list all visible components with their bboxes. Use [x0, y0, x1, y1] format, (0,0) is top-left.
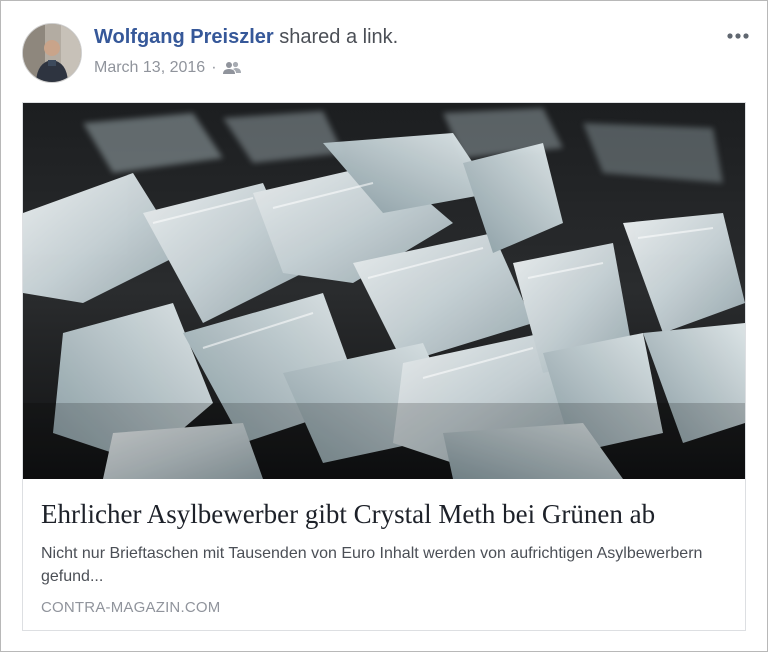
link-description: Nicht nur Brieftaschen mit Tausenden von… — [41, 545, 703, 585]
link-preview-image[interactable] — [23, 103, 745, 479]
post-meta: March 13, 2016 · — [94, 59, 241, 77]
meta-separator: · — [211, 59, 217, 76]
author-avatar[interactable] — [22, 23, 82, 83]
link-title[interactable]: Ehrlicher Asylbewerber gibt Crystal Meth… — [41, 499, 731, 530]
post-date-link[interactable]: March 13, 2016 — [94, 59, 205, 77]
author-name-link[interactable]: Wolfgang Preiszler — [94, 26, 274, 48]
post-header: Wolfgang Preiszler shared a link. — [94, 26, 398, 49]
post-action-text: shared a link. — [279, 26, 399, 48]
facebook-post-card: Wolfgang Preiszler shared a link. March … — [0, 0, 768, 652]
avatar-photo — [23, 24, 81, 82]
crystals-photo — [23, 103, 745, 479]
link-domain: CONTRA-MAGAZIN.COM — [41, 599, 221, 616]
more-options-icon[interactable] — [725, 29, 751, 41]
friends-icon[interactable] — [222, 61, 241, 75]
link-preview-card[interactable]: Ehrlicher Asylbewerber gibt Crystal Meth… — [22, 102, 746, 631]
